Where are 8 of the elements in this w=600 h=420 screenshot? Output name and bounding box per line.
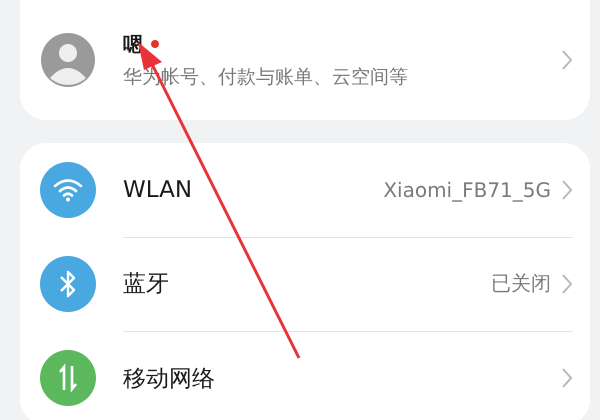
setting-row[interactable]: 移动网络: [20, 331, 590, 420]
setting-value: 已关闭: [491, 270, 551, 297]
setting-row[interactable]: 蓝牙 已关闭: [20, 237, 590, 331]
setting-label: WLAN: [123, 176, 194, 202]
setting-label: 蓝牙: [123, 270, 170, 299]
setting-row[interactable]: WLAN Xiaomi_FB71_5G: [20, 143, 590, 237]
setting-label: 移动网络: [123, 364, 216, 394]
setting-value: Xiaomi_FB71_5G: [383, 178, 551, 202]
